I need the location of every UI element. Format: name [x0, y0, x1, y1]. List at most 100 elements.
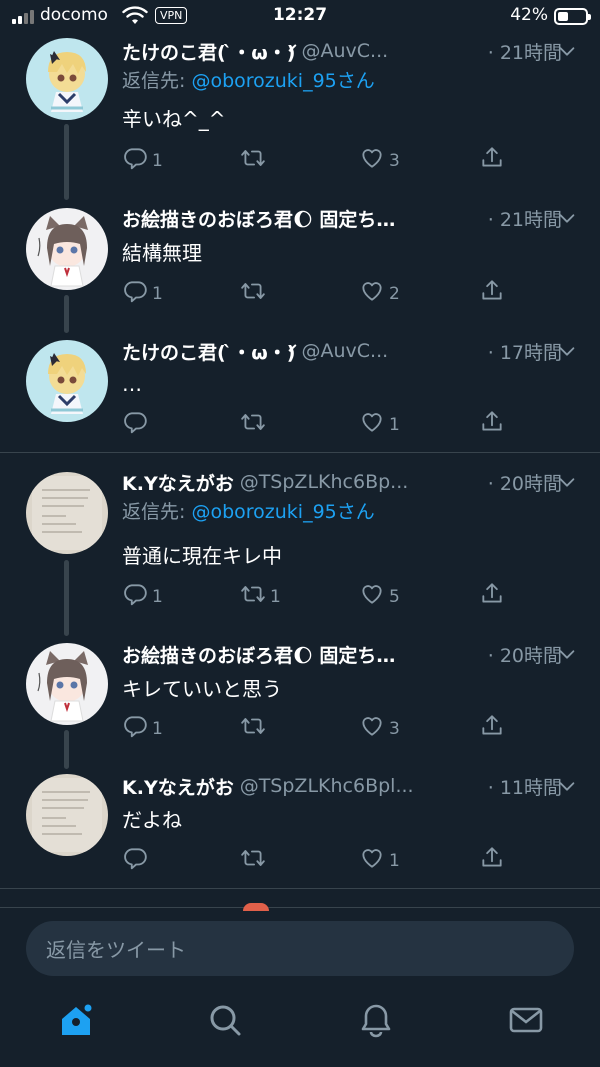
retweet-button[interactable] — [240, 278, 270, 309]
chevron-down-icon[interactable] — [556, 471, 578, 493]
share-icon — [479, 845, 505, 876]
search-icon[interactable] — [207, 1002, 243, 1038]
notifications-icon[interactable] — [358, 1002, 394, 1038]
retweet-icon — [240, 581, 266, 612]
tweet-actions: 1 — [122, 845, 522, 875]
tweet-text: だよね — [122, 808, 182, 832]
tweet-header: お絵描きのおぼろ君🌔 固定ち… · 21時間 — [122, 203, 562, 233]
reply-mention-link[interactable]: @oborozuki_95さん — [191, 501, 374, 523]
like-icon — [359, 581, 385, 612]
tweet-text: 普通に現在キレ中 — [122, 544, 282, 568]
retweet-button[interactable] — [240, 409, 270, 440]
share-button[interactable] — [479, 713, 505, 744]
like-count: 2 — [389, 283, 400, 304]
messages-icon[interactable] — [508, 1002, 544, 1038]
timestamp: · 21時間 — [483, 37, 562, 65]
retweet-button[interactable] — [240, 145, 270, 176]
reply-button[interactable]: 1 — [122, 145, 163, 176]
share-icon — [479, 581, 505, 612]
like-icon — [359, 145, 385, 176]
chevron-down-icon[interactable] — [556, 40, 578, 62]
share-button[interactable] — [479, 145, 505, 176]
tweet-text: 結構無理 — [122, 241, 202, 265]
reply-mention-link[interactable]: @oborozuki_95さん — [191, 70, 374, 92]
share-button[interactable] — [479, 278, 505, 309]
reply-icon — [122, 278, 148, 309]
display-name[interactable]: K.Yなえがお — [122, 469, 234, 496]
like-icon — [359, 845, 385, 876]
timestamp: · 17時間 — [483, 337, 562, 365]
share-button[interactable] — [479, 581, 505, 612]
share-button[interactable] — [479, 409, 505, 440]
chevron-down-icon[interactable] — [556, 207, 578, 229]
retweet-button[interactable]: 1 — [240, 581, 281, 612]
like-button[interactable]: 5 — [359, 581, 400, 612]
avatar[interactable] — [26, 340, 108, 422]
like-button[interactable]: 3 — [359, 713, 400, 744]
reply-input[interactable]: 返信をツイート — [26, 921, 574, 976]
display-name[interactable]: お絵描きのおぼろ君🌔 固定ち… — [122, 641, 395, 668]
timestamp: · 20時間 — [483, 468, 562, 496]
tweet-header: たけのこ君( ̀・ω・́) @AuvC... · 21時間 — [122, 36, 562, 66]
tweet-actions: 12 — [122, 278, 522, 308]
like-button[interactable]: 3 — [359, 145, 400, 176]
display-name[interactable]: たけのこ君( ̀・ω・́) — [122, 338, 296, 365]
tweet-actions: 1 — [122, 409, 522, 439]
avatar[interactable] — [26, 38, 108, 120]
replie-count: 1 — [152, 586, 163, 607]
chevron-down-icon[interactable] — [556, 775, 578, 797]
reply-icon — [122, 581, 148, 612]
like-button[interactable]: 1 — [359, 409, 400, 440]
tweet-actions: 13 — [122, 713, 522, 743]
display-name[interactable]: K.Yなえがお — [122, 773, 234, 800]
chevron-down-icon[interactable] — [556, 643, 578, 665]
like-count: 3 — [389, 150, 400, 171]
avatar[interactable] — [26, 208, 108, 290]
reply-button[interactable] — [122, 409, 152, 440]
tweet-header: お絵描きのおぼろ君🌔 固定ち… · 20時間 — [122, 639, 562, 669]
share-icon — [479, 278, 505, 309]
share-icon — [479, 713, 505, 744]
tab-bar — [0, 990, 600, 1067]
handle: @AuvC... — [301, 40, 389, 62]
divider — [0, 888, 600, 889]
chevron-down-icon[interactable] — [556, 340, 578, 362]
reply-icon — [122, 409, 148, 440]
retweet-button[interactable] — [240, 845, 270, 876]
tweet-text: 辛いね^_^ — [122, 107, 226, 131]
like-count: 1 — [389, 850, 400, 871]
reply-to-label: 返信先: — [122, 70, 192, 92]
like-count: 1 — [389, 414, 400, 435]
avatar[interactable] — [26, 472, 108, 554]
reply-button[interactable] — [122, 845, 152, 876]
divider — [0, 907, 600, 908]
thread-line — [64, 730, 69, 769]
reply-to-label: 返信先: — [122, 501, 192, 523]
display-name[interactable]: お絵描きのおぼろ君🌔 固定ち… — [122, 205, 395, 232]
share-icon — [479, 409, 505, 440]
avatar[interactable] — [26, 774, 108, 856]
avatar[interactable] — [26, 643, 108, 725]
tweet-header: K.Yなえがお @TSpZLKhc6Bpl... · 11時間 — [122, 771, 562, 801]
replie-count: 1 — [152, 283, 163, 304]
retweet-count: 1 — [270, 586, 281, 607]
divider — [0, 452, 600, 453]
tweet-header: たけのこ君( ̀・ω・́) @AuvC... · 17時間 — [122, 336, 562, 366]
like-count: 5 — [389, 586, 400, 607]
home-icon[interactable] — [58, 1002, 94, 1038]
reply-button[interactable]: 1 — [122, 581, 163, 612]
display-name[interactable]: たけのこ君( ̀・ω・́) — [122, 38, 296, 65]
like-icon — [359, 278, 385, 309]
tweet-actions: 13 — [122, 145, 522, 175]
retweet-button[interactable] — [240, 713, 270, 744]
share-button[interactable] — [479, 845, 505, 876]
like-button[interactable]: 2 — [359, 278, 400, 309]
like-button[interactable]: 1 — [359, 845, 400, 876]
battery-percent: 42% — [510, 5, 548, 25]
reply-to: 返信先: @oborozuki_95さん — [122, 497, 375, 524]
reply-button[interactable]: 1 — [122, 713, 163, 744]
retweet-icon — [240, 845, 266, 876]
thread-line — [64, 295, 69, 333]
reply-button[interactable]: 1 — [122, 278, 163, 309]
reply-icon — [122, 845, 148, 876]
